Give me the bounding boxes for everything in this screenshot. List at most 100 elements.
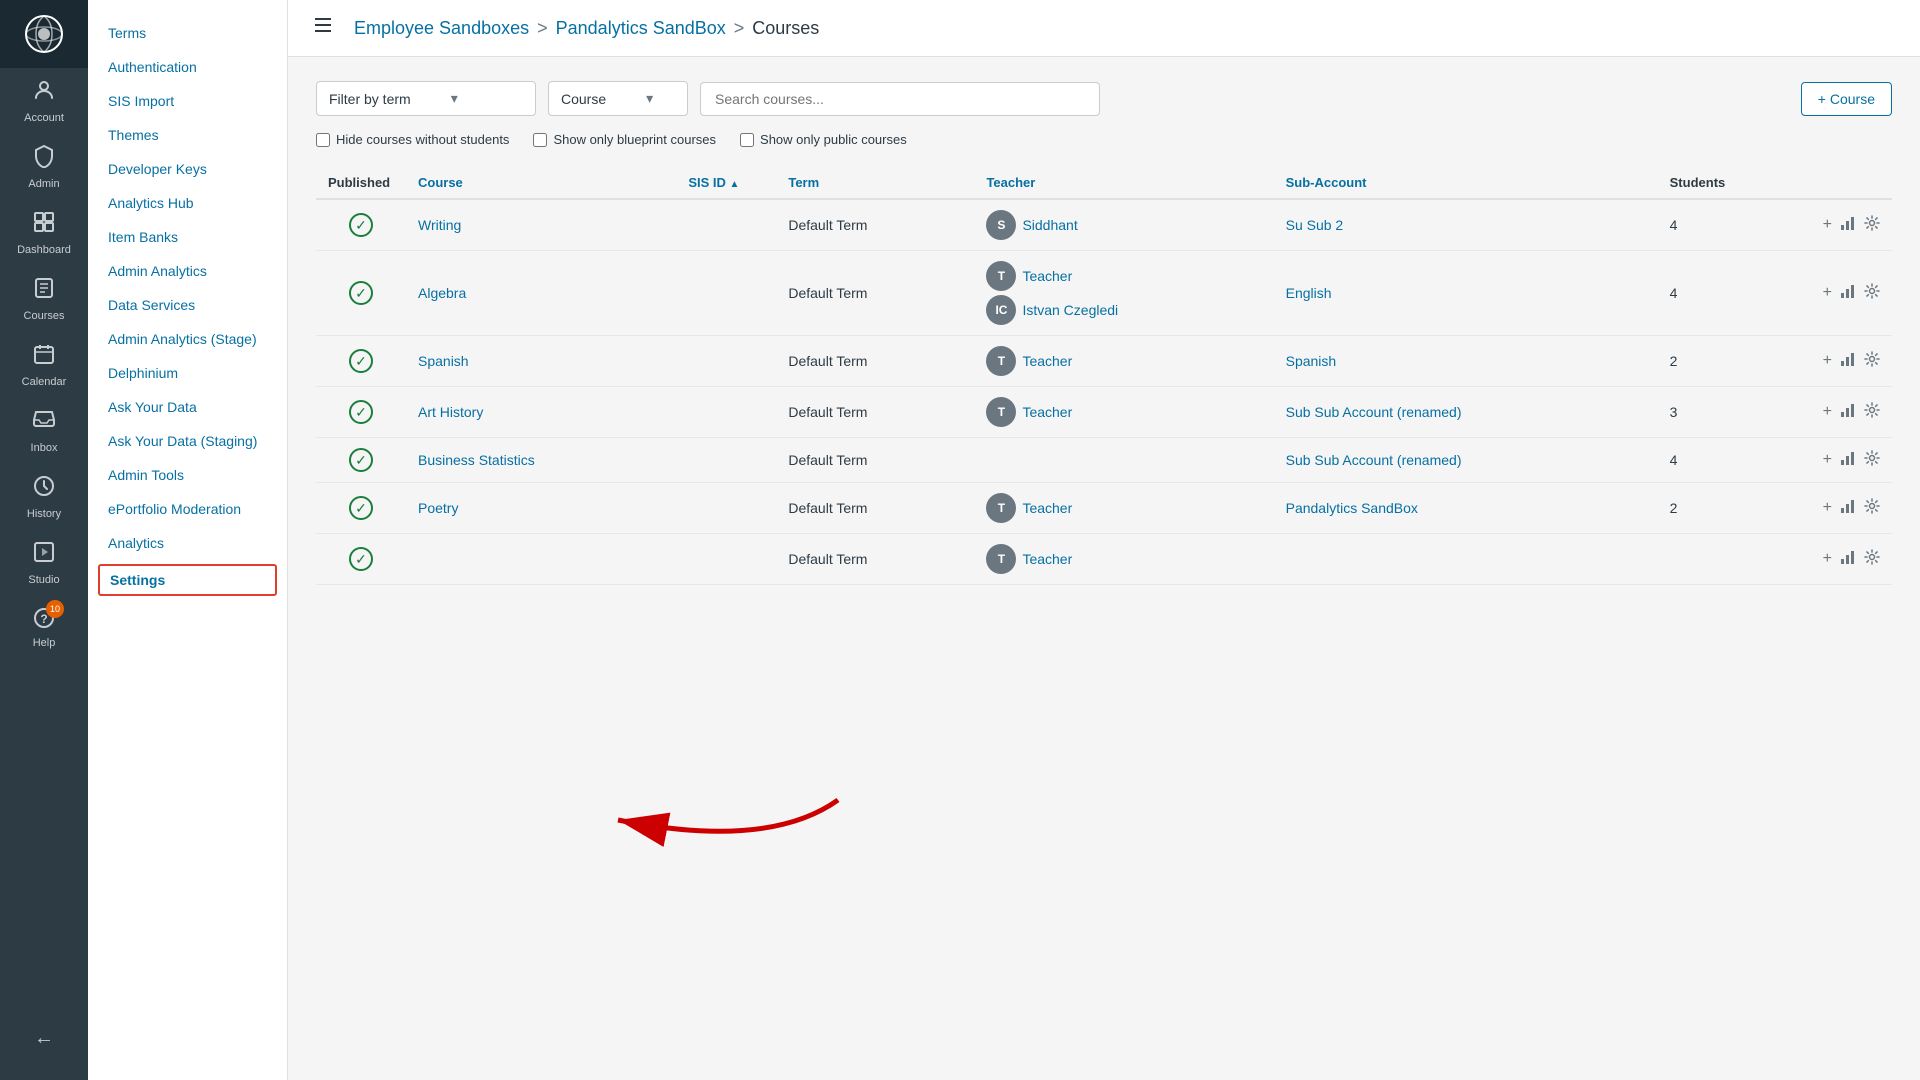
add-enrollment-icon[interactable]: + (1823, 216, 1832, 234)
course-link[interactable]: Business Statistics (418, 452, 535, 468)
sub-account-link[interactable]: Sub Sub Account (renamed) (1286, 452, 1462, 468)
sub-account-link[interactable]: Sub Sub Account (renamed) (1286, 404, 1462, 420)
cell-course[interactable]: Business Statistics (406, 438, 676, 483)
stats-icon[interactable] (1840, 215, 1856, 236)
add-enrollment-icon[interactable]: + (1823, 451, 1832, 469)
cell-students: 2 (1658, 336, 1811, 387)
sub-account-link[interactable]: Spanish (1286, 353, 1337, 369)
sidebar-item-delphinium[interactable]: Delphinium (88, 356, 287, 390)
sidebar-item-analytics-hub[interactable]: Analytics Hub (88, 186, 287, 220)
nav-item-courses[interactable]: Courses (0, 266, 88, 332)
stats-icon[interactable] (1840, 283, 1856, 304)
teacher-link[interactable]: Teacher (1022, 268, 1072, 284)
nav-back-button[interactable]: ← (0, 1017, 88, 1060)
settings-icon[interactable] (1864, 283, 1880, 304)
settings-icon[interactable] (1864, 549, 1880, 570)
teacher-link[interactable]: Teacher (1022, 500, 1072, 516)
col-teacher[interactable]: Teacher (974, 167, 1273, 199)
cell-course[interactable]: Algebra (406, 251, 676, 336)
sidebar-item-admin-analytics[interactable]: Admin Analytics (88, 254, 287, 288)
nav-item-history[interactable]: History (0, 464, 88, 530)
course-link[interactable]: Writing (418, 217, 461, 233)
sidebar-item-ask-your-data-staging[interactable]: Ask Your Data (Staging) (88, 424, 287, 458)
nav-item-account[interactable]: Account (0, 68, 88, 134)
hide-no-students-checkbox[interactable]: Hide courses without students (316, 132, 509, 147)
nav-item-calendar[interactable]: Calendar (0, 332, 88, 398)
sidebar-item-analytics[interactable]: Analytics (88, 526, 287, 560)
cell-course[interactable]: Poetry (406, 483, 676, 534)
add-enrollment-icon[interactable]: + (1823, 403, 1832, 421)
sidebar-item-authentication[interactable]: Authentication (88, 50, 287, 84)
stats-icon[interactable] (1840, 450, 1856, 471)
cell-students (1658, 534, 1811, 585)
teacher-link[interactable]: Teacher (1022, 404, 1072, 420)
col-students[interactable]: Students (1658, 167, 1811, 199)
cell-course[interactable] (406, 534, 676, 585)
nav-item-admin[interactable]: Admin (0, 134, 88, 200)
sidebar-item-settings[interactable]: Settings (98, 564, 277, 596)
term-filter[interactable]: Filter by term ▾ (316, 81, 536, 116)
sidebar-item-eportfolio-moderation[interactable]: ePortfolio Moderation (88, 492, 287, 526)
course-type-label: Course (561, 91, 606, 107)
cell-term: Default Term (776, 251, 974, 336)
sidebar-item-admin-tools[interactable]: Admin Tools (88, 458, 287, 492)
add-enrollment-icon[interactable]: + (1823, 284, 1832, 302)
sidebar-item-item-banks[interactable]: Item Banks (88, 220, 287, 254)
add-enrollment-icon[interactable]: + (1823, 499, 1832, 517)
cell-course[interactable]: Spanish (406, 336, 676, 387)
add-enrollment-icon[interactable]: + (1823, 550, 1832, 568)
sidebar-item-data-services[interactable]: Data Services (88, 288, 287, 322)
nav-item-studio[interactable]: Studio (0, 530, 88, 596)
col-sub-account[interactable]: Sub-Account (1274, 167, 1658, 199)
course-link[interactable]: Art History (418, 404, 483, 420)
hamburger-menu[interactable] (312, 14, 334, 42)
teacher-link[interactable]: Istvan Czegledi (1022, 302, 1118, 318)
course-type-filter[interactable]: Course ▾ (548, 81, 688, 116)
nav-item-inbox[interactable]: Inbox (0, 398, 88, 464)
cell-students: 2 (1658, 483, 1811, 534)
col-sis-id[interactable]: SIS ID ▲ (676, 167, 776, 199)
course-link[interactable]: Poetry (418, 500, 458, 516)
sidebar-item-developer-keys[interactable]: Developer Keys (88, 152, 287, 186)
cell-course[interactable]: Art History (406, 387, 676, 438)
app-logo[interactable] (0, 0, 88, 68)
sub-account-link[interactable]: English (1286, 285, 1332, 301)
teacher-link[interactable]: Siddhant (1022, 217, 1077, 233)
add-enrollment-icon[interactable]: + (1823, 352, 1832, 370)
sidebar-item-ask-your-data[interactable]: Ask Your Data (88, 390, 287, 424)
stats-icon[interactable] (1840, 549, 1856, 570)
sidebar-item-sis-import[interactable]: SIS Import (88, 84, 287, 118)
blueprint-only-checkbox[interactable]: Show only blueprint courses (533, 132, 716, 147)
settings-icon[interactable] (1864, 402, 1880, 423)
col-published[interactable]: Published (316, 167, 406, 199)
settings-icon[interactable] (1864, 498, 1880, 519)
teacher-link[interactable]: Teacher (1022, 353, 1072, 369)
cell-course[interactable]: Writing (406, 199, 676, 251)
search-input[interactable] (700, 82, 1100, 116)
cell-students: 4 (1658, 199, 1811, 251)
nav-item-help[interactable]: ? 10 Help (0, 596, 88, 659)
sub-account-link[interactable]: Pandalytics SandBox (1286, 500, 1418, 516)
course-link[interactable]: Algebra (418, 285, 466, 301)
sidebar-item-terms[interactable]: Terms (88, 16, 287, 50)
stats-icon[interactable] (1840, 351, 1856, 372)
breadcrumb-pandalytics[interactable]: Pandalytics SandBox (556, 18, 726, 39)
stats-icon[interactable] (1840, 498, 1856, 519)
teacher-avatar: IC (986, 295, 1016, 325)
breadcrumb-employee-sandboxes[interactable]: Employee Sandboxes (354, 18, 529, 39)
sidebar-item-admin-analytics-stage[interactable]: Admin Analytics (Stage) (88, 322, 287, 356)
col-term[interactable]: Term (776, 167, 974, 199)
settings-icon[interactable] (1864, 215, 1880, 236)
col-course[interactable]: Course (406, 167, 676, 199)
sub-account-link[interactable]: Su Sub 2 (1286, 217, 1344, 233)
teacher-link[interactable]: Teacher (1022, 551, 1072, 567)
add-course-button[interactable]: + Course (1801, 82, 1892, 116)
public-only-checkbox[interactable]: Show only public courses (740, 132, 907, 147)
settings-icon[interactable] (1864, 450, 1880, 471)
sidebar-item-themes[interactable]: Themes (88, 118, 287, 152)
cell-sub-account: Spanish (1274, 336, 1658, 387)
nav-item-dashboard[interactable]: Dashboard (0, 200, 88, 266)
stats-icon[interactable] (1840, 402, 1856, 423)
settings-icon[interactable] (1864, 351, 1880, 372)
course-link[interactable]: Spanish (418, 353, 469, 369)
